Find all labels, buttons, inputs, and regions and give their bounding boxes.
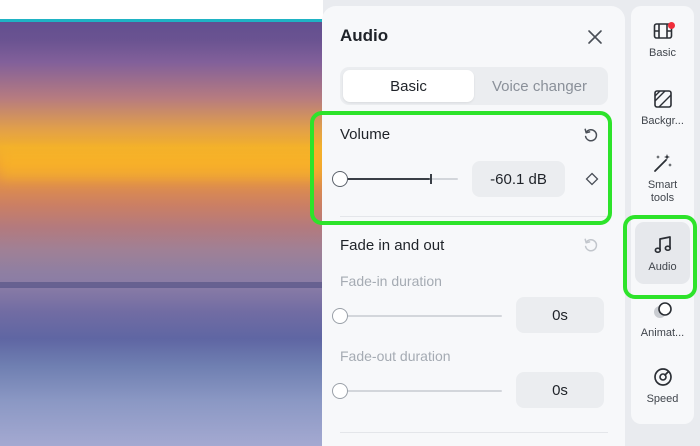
video-preview[interactable] bbox=[0, 0, 323, 446]
reset-icon bbox=[584, 238, 598, 252]
right-toolbar: Basic Backgr... Smart tools Audio Animat… bbox=[631, 6, 694, 424]
fade-in-slider-thumb[interactable] bbox=[332, 308, 348, 324]
volume-slider-fill bbox=[340, 178, 430, 180]
fade-out-slider[interactable] bbox=[332, 383, 502, 399]
tab-voice-changer[interactable]: Voice changer bbox=[474, 70, 605, 102]
fade-out-value-field[interactable]: 0s bbox=[516, 372, 604, 408]
close-button[interactable] bbox=[584, 26, 606, 48]
toolbar-item-label: Speed bbox=[646, 393, 679, 405]
fade-out-slider-thumb[interactable] bbox=[332, 383, 348, 399]
toolbar-item-label: Backgr... bbox=[641, 115, 684, 127]
toolbar-item-audio[interactable]: Audio bbox=[631, 222, 694, 284]
toolbar-item-label: Basic bbox=[649, 47, 676, 59]
toolbar-item-label: Animat... bbox=[640, 327, 685, 339]
panel-title: Audio bbox=[340, 26, 389, 45]
tab-basic[interactable]: Basic bbox=[343, 70, 474, 102]
volume-reset-button[interactable] bbox=[582, 126, 600, 144]
editor-window: Audio Basic Voice changer Volume -60.1 d… bbox=[0, 0, 700, 446]
animation-icon bbox=[652, 300, 674, 322]
fade-in-slider-track bbox=[340, 315, 502, 317]
reset-icon bbox=[584, 128, 598, 142]
preview-accent-line bbox=[0, 19, 323, 22]
fade-out-slider-track bbox=[340, 390, 502, 392]
audio-panel: Audio Basic Voice changer Volume -60.1 d… bbox=[322, 6, 625, 446]
fade-in-value-field[interactable]: 0s bbox=[516, 297, 604, 333]
volume-slider-thumb[interactable] bbox=[332, 171, 348, 187]
audio-mode-tabs: Basic Voice changer bbox=[340, 67, 608, 105]
music-note-icon bbox=[652, 234, 674, 256]
volume-label: Volume bbox=[340, 126, 391, 143]
background-icon bbox=[652, 88, 674, 110]
section-divider-bottom bbox=[340, 432, 608, 433]
toolbar-item-label: Audio bbox=[648, 261, 677, 273]
keyframe-diamond-icon bbox=[585, 172, 599, 186]
close-icon bbox=[588, 30, 602, 44]
toolbar-item-label: Smart tools bbox=[647, 179, 678, 204]
volume-slider[interactable] bbox=[332, 171, 458, 187]
fade-label: Fade in and out bbox=[340, 237, 445, 254]
fade-reset-button[interactable] bbox=[582, 236, 600, 254]
horizon-line bbox=[0, 282, 323, 288]
preview-top-strip bbox=[0, 0, 323, 22]
sunset-glow bbox=[0, 150, 323, 180]
toolbar-item-smart-tools[interactable]: Smart tools bbox=[631, 152, 694, 205]
fade-in-slider[interactable] bbox=[332, 308, 502, 324]
toolbar-item-animation[interactable]: Animat... bbox=[631, 300, 694, 340]
volume-zero-db-marker bbox=[430, 174, 432, 184]
speed-icon bbox=[652, 366, 674, 388]
volume-keyframe-button[interactable] bbox=[585, 172, 599, 186]
toolbar-item-basic[interactable]: Basic bbox=[631, 20, 694, 60]
magic-wand-icon bbox=[652, 152, 674, 174]
fade-in-label: Fade-in duration bbox=[340, 273, 442, 289]
section-divider bbox=[340, 216, 608, 217]
toolbar-item-speed[interactable]: Speed bbox=[631, 366, 694, 406]
fade-out-label: Fade-out duration bbox=[340, 348, 451, 364]
toolbar-item-background[interactable]: Backgr... bbox=[631, 88, 694, 128]
notification-dot bbox=[668, 22, 675, 29]
volume-value-field[interactable]: -60.1 dB bbox=[472, 161, 565, 197]
